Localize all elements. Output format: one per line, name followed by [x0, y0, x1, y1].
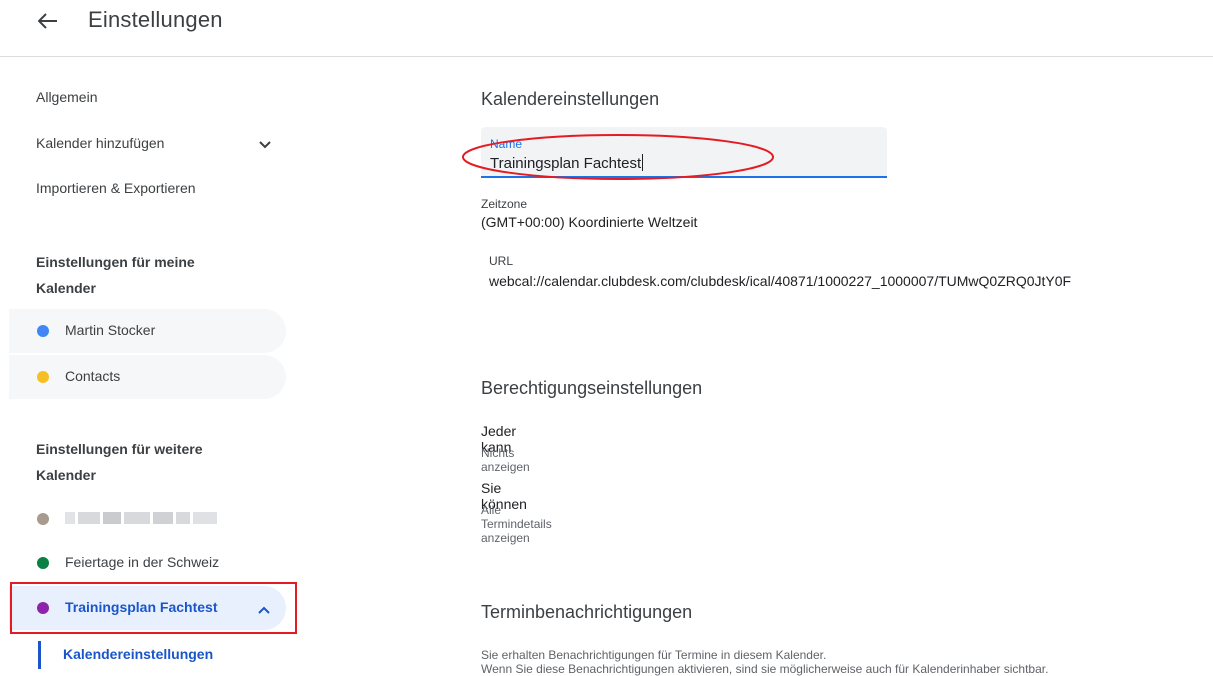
back-arrow-icon[interactable]	[34, 9, 62, 33]
my-calendars-heading: Einstellungen für meine Kalender	[36, 254, 195, 296]
sidebar-calendar-contacts[interactable]: Contacts	[9, 355, 286, 399]
text-cursor	[642, 154, 644, 171]
sidebar-calendar-trainingsplan[interactable]: Trainingsplan Fachtest	[9, 586, 286, 630]
calendar-color-dot	[37, 371, 49, 383]
permissions-heading: Berechtigungseinstellungen	[481, 378, 703, 398]
calendar-label: Feiertage in der Schweiz	[65, 554, 220, 570]
sidebar-calendar-redacted[interactable]	[9, 497, 286, 541]
you-can-value: Alle Termindetails anzeigen	[481, 503, 552, 545]
calendar-color-dot	[37, 513, 49, 525]
name-field-value[interactable]: Trainingsplan Fachtest	[490, 154, 644, 172]
notifications-description: Sie erhalten Benachrichtigungen für Term…	[481, 648, 1048, 676]
name-field-label: Name	[490, 137, 523, 151]
calendar-color-dot	[37, 325, 49, 337]
active-indicator	[38, 641, 41, 669]
sidebar-calendar-feiertage[interactable]: Feiertage in der Schweiz	[9, 541, 286, 585]
sidebar-subitem-calendar-settings[interactable]: Kalendereinstellungen	[63, 646, 213, 662]
sidebar-item-general[interactable]: Allgemein	[36, 89, 97, 105]
calendar-label: Trainingsplan Fachtest	[65, 599, 218, 615]
calendar-label: Contacts	[65, 368, 121, 384]
chevron-down-icon[interactable]	[258, 137, 272, 149]
timezone-label: Zeitzone	[481, 197, 528, 211]
sidebar-calendar-martin-stocker[interactable]: Martin Stocker	[9, 309, 286, 353]
notifications-line-2: Wenn Sie diese Benachrichtigungen aktivi…	[481, 662, 1049, 676]
url-label: URL	[489, 254, 514, 268]
url-value[interactable]: webcal://calendar.clubdesk.com/clubdesk/…	[489, 273, 1071, 289]
other-calendars-heading: Einstellungen für weitere Kalender	[36, 441, 203, 483]
calendar-settings-heading: Kalendereinstellungen	[481, 89, 660, 109]
sidebar-item-add-calendar[interactable]: Kalender hinzufügen	[36, 135, 164, 151]
calendar-color-dot	[37, 557, 49, 569]
page-title: Einstellungen	[88, 7, 223, 32]
name-input-text: Trainingsplan Fachtest	[490, 155, 642, 172]
timezone-value[interactable]: (GMT+00:00) Koordinierte Weltzeit	[481, 214, 697, 230]
calendar-label: Martin Stocker	[65, 322, 156, 338]
calendar-color-dot	[37, 602, 49, 614]
name-field[interactable]: Name Trainingsplan Fachtest	[481, 127, 887, 178]
notifications-line-1: Sie erhalten Benachrichtigungen für Term…	[481, 648, 827, 662]
notifications-heading: Terminbenachrichtigungen	[481, 602, 693, 622]
anyone-can-value: Nichts anzeigen	[481, 446, 530, 474]
top-bar: Einstellungen	[0, 0, 1213, 57]
redacted-calendar-name	[65, 511, 245, 525]
chevron-up-icon[interactable]	[257, 602, 271, 614]
sidebar-item-import-export[interactable]: Importieren & Exportieren	[36, 180, 196, 196]
